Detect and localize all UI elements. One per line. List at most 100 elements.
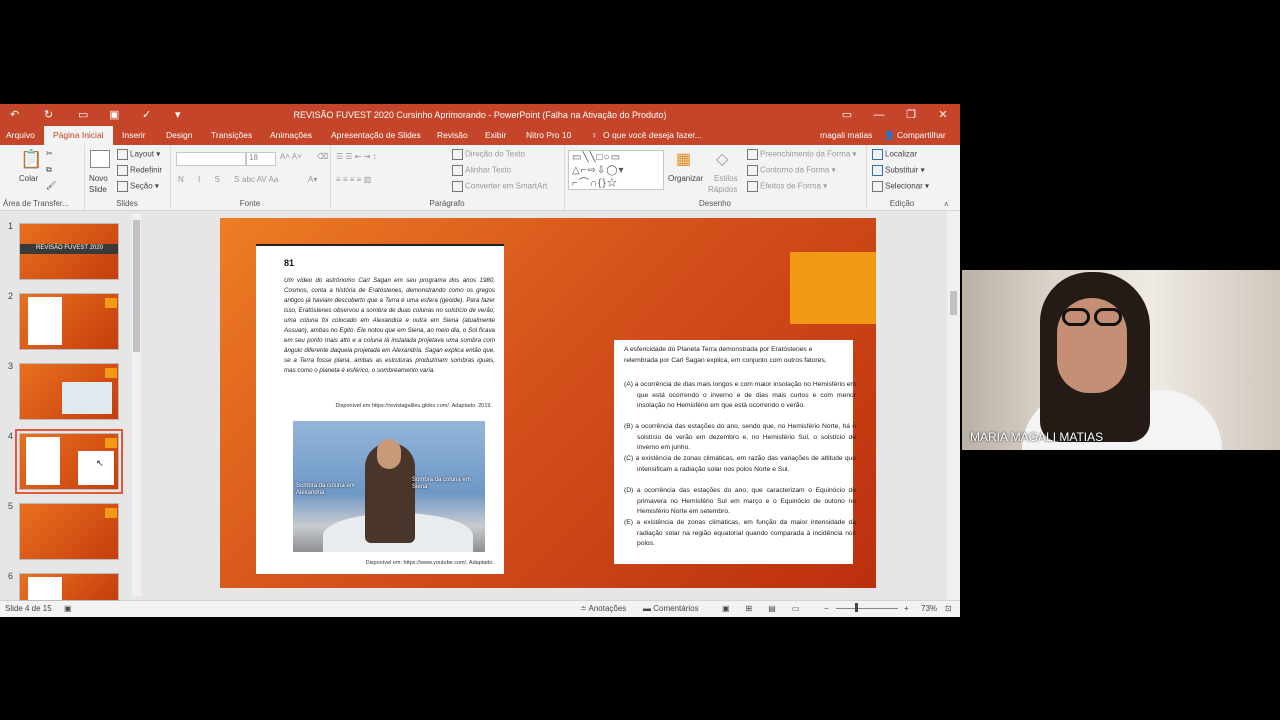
option-b: (B) a ocorrência das estações do ano, se… (624, 423, 856, 451)
smartart-button[interactable]: Converter em SmartArt (452, 181, 547, 192)
slide-number: 1 (8, 221, 14, 231)
tab-apresentacao[interactable]: Apresentação de Slides (331, 126, 421, 145)
slide-number: 4 (8, 431, 14, 441)
section-button[interactable]: Seção ▾ (117, 181, 159, 192)
share-icon[interactable]: 👤 (884, 126, 895, 145)
bullets-icon[interactable]: ☰ ☰ ⇤ ⇥ ↕ (336, 152, 377, 161)
quick-styles-icon[interactable]: ◇ (716, 149, 728, 169)
thumbnail-scrollbar[interactable] (132, 214, 141, 596)
shape-effects-button[interactable]: Efeitos de Forma ▾ (747, 181, 827, 192)
current-slide[interactable]: 81 Um vídeo do astrônomo Carl Sagan em s… (220, 218, 876, 588)
tab-animacoes[interactable]: Animações (270, 126, 312, 145)
slide-thumbnail-3[interactable] (19, 363, 119, 420)
shape-outline-button[interactable]: Contorno da Forma ▾ (747, 165, 836, 176)
text-direction-button[interactable]: Direção do Texto (452, 149, 525, 160)
answer-box[interactable]: A esfericidade do Planeta Terra demonstr… (614, 340, 856, 564)
reset-icon (117, 165, 128, 176)
view-buttons[interactable]: ▣⊞▤▭ (722, 604, 815, 613)
minimize-icon[interactable]: — (864, 104, 894, 126)
font-color-icon[interactable]: A▾ (308, 175, 317, 184)
tab-design[interactable]: Design (166, 126, 192, 145)
arrange-button[interactable]: Organizar (668, 174, 703, 183)
quick-styles-button[interactable]: Estilos (714, 174, 738, 183)
canvas-scrollbar[interactable] (947, 211, 960, 600)
replace-label: Substituir (885, 165, 919, 175)
slide-thumbnail-5[interactable] (19, 503, 119, 560)
clear-format-icon[interactable]: ⌫ (317, 152, 328, 161)
canvas-scrollbar-thumb[interactable] (950, 291, 957, 315)
tab-pagina-inicial[interactable]: Página Inicial (44, 126, 113, 145)
find-button[interactable]: Localizar (872, 149, 917, 160)
slide-thumbnail-6[interactable] (19, 573, 119, 601)
spellcheck-status-icon[interactable]: ▣ (64, 604, 72, 613)
answer-stem: A esfericidade do Planeta Terra demonstr… (624, 346, 827, 364)
group-label-font: Fonte (239, 199, 261, 208)
ribbon-display-icon[interactable]: ▭ (832, 104, 862, 126)
ribbon: 📋 Colar ✂ ⧉ 🖌 Área de Transfer... Novo S… (0, 145, 960, 211)
question-page[interactable]: 81 Um vídeo do astrônomo Carl Sagan em s… (256, 244, 504, 574)
slide-counter[interactable]: Slide 4 de 15 (5, 604, 52, 613)
user-name[interactable]: magali matias (820, 126, 872, 145)
group-font: 18 A˄ A˅ ⌫ N I S S abc AV Aa A▾ Fonte (170, 145, 331, 210)
slide-number: 2 (8, 291, 14, 301)
font-size-select[interactable]: 18 (246, 152, 276, 166)
slide-thumbnail-4[interactable]: ↖ (15, 429, 123, 494)
collapse-ribbon-icon[interactable]: ˄ (944, 200, 949, 209)
font-style-buttons[interactable]: N I S S (178, 175, 245, 184)
font-family-select[interactable] (176, 152, 246, 166)
char-spacing-icon[interactable]: abc AV Aa (242, 175, 278, 184)
zoom-slider-thumb[interactable] (855, 603, 858, 612)
tab-exibir[interactable]: Exibir (485, 126, 506, 145)
tab-revisao[interactable]: Revisão (437, 126, 468, 145)
arrange-icon[interactable]: ▦ (676, 149, 691, 169)
new-slide-button[interactable]: Novo (89, 174, 108, 183)
select-button[interactable]: Selecionar ▾ (872, 181, 929, 192)
new-slide-icon[interactable] (90, 150, 110, 168)
shapes-gallery[interactable]: ▭╲╲□○▭ △⌐⇨⇩◯▾ ⌐⌒∩{}☆ (568, 150, 664, 190)
zoom-out-icon[interactable]: − (824, 604, 829, 613)
maximize-icon[interactable]: ❐ (896, 104, 926, 126)
align-text-button[interactable]: Alinhar Texto (452, 165, 511, 176)
thumb-title: REVISÃO FUVEST 2020 (36, 245, 103, 251)
comments-button[interactable]: ▬ Comentários (643, 604, 699, 613)
format-painter-icon[interactable]: 🖌 (46, 181, 56, 190)
grow-font-icon[interactable]: A˄ A˅ (280, 152, 302, 161)
slide-number: 3 (8, 361, 14, 371)
slide-thumbnail-2[interactable] (19, 293, 119, 350)
align-icons[interactable]: ≡ ≡ ≡ ≡ ▥ (336, 175, 371, 184)
copy-icon[interactable]: ⧉ (46, 165, 52, 175)
replace-button[interactable]: Substituir ▾ (872, 165, 925, 176)
cut-icon[interactable]: ✂ (46, 149, 53, 158)
paste-icon[interactable]: 📋 (20, 149, 42, 170)
new-slide-button-2[interactable]: Slide (89, 185, 107, 194)
photo-face (377, 439, 401, 469)
notes-button[interactable]: ≐ Anotações (580, 604, 626, 613)
paste-button[interactable]: Colar (19, 174, 38, 183)
thumbnail-scrollbar-thumb[interactable] (133, 220, 140, 352)
tab-transicoes[interactable]: Transições (211, 126, 252, 145)
section-icon (117, 181, 128, 192)
layout-button[interactable]: Layout ▾ (117, 149, 160, 160)
share-button[interactable]: Compartilhar (897, 126, 946, 145)
shape-fill-icon (747, 149, 758, 160)
zoom-level[interactable]: 73% (921, 604, 937, 613)
tab-arquivo[interactable]: Arquivo (6, 126, 35, 145)
tab-nitro[interactable]: Nitro Pro 10 (526, 126, 571, 145)
thumb-accent (105, 438, 117, 448)
fit-slide-icon[interactable]: ⊡ (945, 604, 952, 613)
video-glasses (1058, 308, 1128, 328)
quick-styles-button-2[interactable]: Rápidos (708, 185, 737, 194)
zoom-slider[interactable] (836, 608, 898, 609)
tell-me-search[interactable]: O que você deseja fazer... (603, 126, 702, 145)
thumb-accent (105, 508, 117, 518)
slide-thumbnail-1[interactable]: REVISÃO FUVEST 2020 (19, 223, 119, 280)
source-citation-1: Disponível em https://revistagalileu.glo… (335, 403, 492, 409)
zoom-in-icon[interactable]: + (904, 604, 909, 613)
group-label-editing: Edição (889, 199, 915, 208)
shape-fill-button[interactable]: Preenchimento da Forma ▾ (747, 149, 857, 160)
tab-inserir[interactable]: Inserir (122, 126, 146, 145)
photo-caption-left: Sombra da coluna em Alexandria (296, 483, 355, 496)
reset-button[interactable]: Redefinir (117, 165, 162, 176)
group-drawing: ▭╲╲□○▭ △⌐⇨⇩◯▾ ⌐⌒∩{}☆ ▦ Organizar ◇ Estilos… (564, 145, 867, 210)
close-icon[interactable]: ✕ (928, 104, 958, 126)
